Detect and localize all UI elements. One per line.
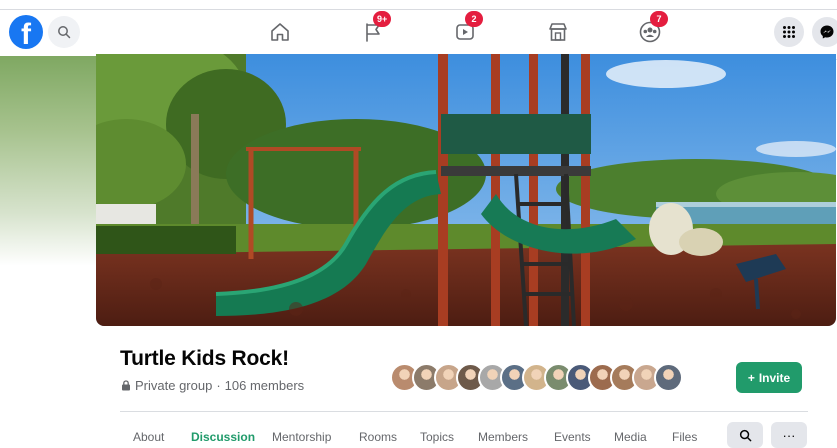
lock-icon [122, 380, 130, 391]
group-search-button[interactable] [727, 422, 763, 448]
home-tab[interactable] [262, 14, 298, 50]
pages-notification-badge: 9+ [373, 11, 392, 27]
tab-files[interactable]: Files [672, 430, 697, 444]
playground-cover-image [96, 54, 836, 326]
tab-members[interactable]: Members [478, 430, 528, 444]
window-top-edge [0, 9, 837, 10]
top-navigation-bar: f 9+ 2 7 [0, 0, 837, 60]
groups-notification-badge: 7 [650, 11, 668, 27]
member-count[interactable]: 106 members [225, 378, 304, 393]
facebook-logo-icon[interactable]: f [9, 15, 43, 49]
home-icon [271, 23, 289, 41]
plus-icon: + [747, 370, 755, 385]
member-avatar[interactable] [654, 363, 683, 392]
marketplace-tab[interactable] [540, 14, 576, 50]
watch-tab[interactable]: 2 [447, 11, 483, 50]
more-icon: ··· [782, 427, 796, 443]
cover-side-gradient [0, 56, 96, 266]
messenger-button[interactable] [812, 17, 837, 47]
group-privacy-info: Private group · 106 members [121, 378, 304, 393]
watch-notification-badge: 2 [465, 11, 483, 27]
invite-label: Invite [758, 370, 791, 385]
tab-mentorship[interactable]: Mentorship [272, 430, 331, 444]
search-button[interactable] [48, 16, 80, 48]
more-options-button[interactable]: ··· [771, 422, 807, 448]
meta-separator: · [216, 378, 221, 393]
facebook-group-page: f 9+ 2 7 Turtle Kids Rock! Private group… [0, 0, 837, 448]
search-icon [58, 26, 71, 39]
tab-about[interactable]: About [133, 430, 164, 444]
tab-events[interactable]: Events [554, 430, 591, 444]
tab-topics[interactable]: Topics [420, 430, 454, 444]
menu-button[interactable] [774, 17, 804, 47]
privacy-label: Private group [135, 378, 213, 393]
tab-rooms[interactable]: Rooms [359, 430, 397, 444]
menu-grid-icon [783, 26, 795, 38]
messenger-icon [820, 25, 834, 39]
tab-media[interactable]: Media [614, 430, 647, 444]
header-divider [120, 411, 808, 412]
groups-tab[interactable]: 7 [632, 11, 668, 50]
pages-tab[interactable]: 9+ [355, 11, 392, 50]
member-avatars[interactable] [390, 363, 683, 393]
tab-discussion[interactable]: Discussion [191, 430, 255, 444]
invite-button[interactable]: + Invite [736, 362, 802, 393]
group-cover-photo[interactable] [96, 54, 836, 326]
group-name: Turtle Kids Rock! [120, 347, 289, 370]
search-icon [739, 429, 751, 441]
marketplace-icon [549, 23, 567, 41]
